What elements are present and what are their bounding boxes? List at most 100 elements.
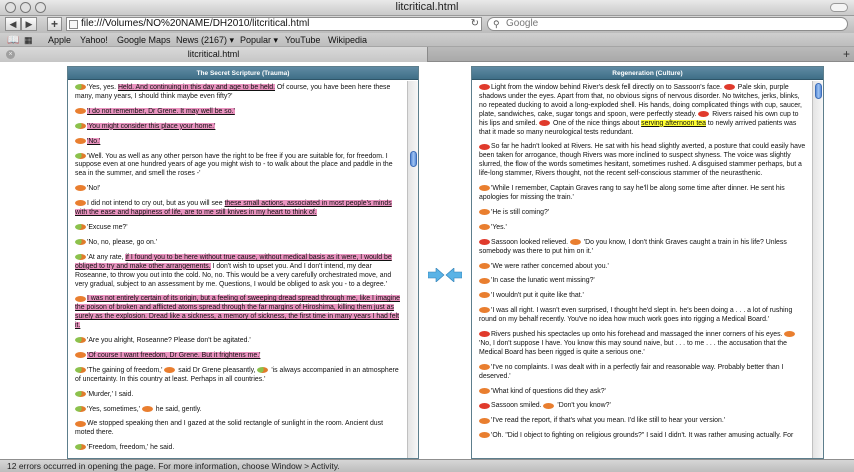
left-scroll-thumb[interactable] bbox=[410, 151, 417, 167]
text-paragraph: Rivers pushed his spectacles up onto his… bbox=[479, 331, 808, 358]
page-icon bbox=[69, 20, 78, 29]
book-icon[interactable]: 📖 bbox=[7, 35, 19, 46]
passage-text: One of the nice things about bbox=[551, 119, 642, 127]
text-paragraph: Sassoon smiled. 'Don't you know?' bbox=[479, 402, 808, 411]
speaker-icon-orange[interactable] bbox=[479, 417, 490, 424]
text-paragraph: I was not entirely certain of its origin… bbox=[75, 295, 403, 331]
toolbar-toggle-button[interactable] bbox=[830, 3, 848, 12]
bookmark-youtube[interactable]: YouTube bbox=[285, 35, 320, 45]
speaker-icon-orange[interactable] bbox=[479, 209, 490, 216]
speaker-icon-orange[interactable] bbox=[479, 185, 490, 192]
speaker-icon-green[interactable] bbox=[75, 253, 86, 260]
speaker-icon-orange[interactable] bbox=[75, 200, 86, 207]
speaker-icon-orange[interactable] bbox=[479, 277, 490, 284]
speaker-icon-orange[interactable] bbox=[479, 307, 490, 314]
speaker-icon-green[interactable] bbox=[257, 367, 269, 374]
sync-arrows-icon[interactable] bbox=[428, 268, 462, 282]
back-button[interactable]: ◀ bbox=[5, 17, 21, 31]
grid-icon[interactable]: ▦ bbox=[24, 35, 33, 46]
left-scrollbar[interactable] bbox=[407, 81, 418, 458]
speaker-icon-orange[interactable] bbox=[75, 352, 86, 359]
bookmark-news[interactable]: News (2167) ▾ bbox=[176, 35, 234, 46]
speaker-icon-orange[interactable] bbox=[75, 295, 86, 302]
bookmark-popular[interactable]: Popular ▾ bbox=[240, 35, 278, 46]
add-bookmark-button[interactable]: + bbox=[47, 17, 62, 31]
speaker-icon-orange[interactable] bbox=[164, 367, 176, 374]
forward-button[interactable]: ▶ bbox=[21, 17, 37, 31]
speaker-icon-red[interactable] bbox=[479, 84, 490, 91]
speaker-icon-green[interactable] bbox=[75, 152, 86, 159]
speaker-icon-orange[interactable] bbox=[543, 402, 555, 409]
speaker-icon-orange[interactable] bbox=[75, 420, 86, 427]
highlighted-passage[interactable]: 'No.' bbox=[87, 137, 101, 145]
speaker-icon-red[interactable] bbox=[479, 331, 490, 338]
speaker-icon-orange[interactable] bbox=[479, 223, 490, 230]
page-content: The Secret Scripture (Trauma) 'Yes, yes.… bbox=[0, 62, 854, 459]
passage-text: 'Yes, yes. bbox=[87, 84, 118, 91]
speaker-icon-orange[interactable] bbox=[479, 432, 490, 439]
bookmark-apple[interactable]: Apple bbox=[48, 35, 71, 45]
passage-text: 'Excuse me?' bbox=[87, 223, 128, 231]
speaker-icon-orange[interactable] bbox=[479, 292, 490, 299]
right-scroll-thumb[interactable] bbox=[815, 83, 822, 99]
speaker-icon-green[interactable] bbox=[75, 224, 86, 231]
speaker-icon-red[interactable] bbox=[479, 238, 490, 245]
passage-text: 'I've no complaints. I was dealt with in… bbox=[479, 363, 784, 380]
bookmark-yahoo[interactable]: Yahoo! bbox=[80, 35, 108, 45]
text-paragraph: We stopped speaking then and I gazed at … bbox=[75, 420, 403, 438]
highlighted-passage[interactable]: 'You might consider this place your home… bbox=[87, 122, 216, 130]
speaker-icon-green[interactable] bbox=[75, 239, 86, 246]
address-bar[interactable]: file:///Volumes/NO%20NAME/DH2010/litcrit… bbox=[66, 17, 482, 31]
reload-icon[interactable]: ↻ bbox=[471, 18, 479, 30]
speaker-icon-green[interactable] bbox=[75, 367, 86, 374]
bookmark-google-maps[interactable]: Google Maps bbox=[117, 35, 171, 45]
speaker-icon-orange[interactable] bbox=[75, 137, 86, 144]
passage-text: 'What kind of questions did they ask?' bbox=[491, 387, 606, 395]
text-paragraph: 'Excuse me?' bbox=[75, 224, 403, 233]
passage-text: 'We were rather concerned about you.' bbox=[491, 262, 609, 270]
speaker-icon-green[interactable] bbox=[75, 337, 86, 344]
speaker-icon-green[interactable] bbox=[75, 84, 86, 91]
speaker-icon-orange[interactable] bbox=[75, 185, 86, 192]
tab-bar: × litcritical.html + bbox=[0, 47, 854, 62]
speaker-icon-green[interactable] bbox=[75, 405, 86, 412]
passage-text: 'No, I don't suppose I have. You know th… bbox=[479, 339, 787, 356]
speaker-icon-green[interactable] bbox=[75, 444, 86, 451]
browser-window: litcritical.html ◀ ▶ + file:///Volumes/N… bbox=[0, 0, 854, 472]
speaker-icon-orange[interactable] bbox=[141, 405, 153, 412]
right-pane-text: Light from the window behind River's des… bbox=[472, 81, 812, 458]
speaker-icon-red[interactable] bbox=[479, 143, 490, 150]
new-tab-button[interactable]: + bbox=[843, 47, 850, 61]
highlighted-passage[interactable]: I was not entirely certain of its origin… bbox=[75, 295, 400, 330]
speaker-icon-orange[interactable] bbox=[479, 363, 490, 370]
speaker-icon-red[interactable] bbox=[723, 84, 735, 91]
speaker-icon-orange[interactable] bbox=[784, 331, 796, 338]
navigation-toolbar: ◀ ▶ + file:///Volumes/NO%20NAME/DH2010/l… bbox=[0, 16, 854, 33]
passage-text: Sassoon smiled. bbox=[491, 402, 544, 410]
speaker-icon-orange[interactable] bbox=[479, 387, 490, 394]
passage-text: 'No!' bbox=[87, 185, 101, 193]
speaker-icon-red[interactable] bbox=[539, 119, 551, 126]
right-pane-title: Regeneration (Culture) bbox=[472, 67, 823, 80]
highlighted-phrase[interactable]: serving afternoon tea bbox=[641, 119, 706, 127]
search-icon: ⚲ bbox=[493, 19, 500, 29]
close-tab-icon[interactable]: × bbox=[6, 50, 15, 59]
speaker-icon-red[interactable] bbox=[479, 402, 490, 409]
text-paragraph: 'Freedom, freedom,' he said. bbox=[75, 444, 403, 453]
tab-litcritical[interactable]: × litcritical.html bbox=[0, 47, 428, 62]
right-scrollbar[interactable] bbox=[812, 81, 823, 458]
text-paragraph: 'In case the lunatic went missing?' bbox=[479, 277, 808, 286]
speaker-icon-orange[interactable] bbox=[479, 262, 490, 269]
left-pane: The Secret Scripture (Trauma) 'Yes, yes.… bbox=[67, 66, 419, 459]
speaker-icon-green[interactable] bbox=[75, 390, 86, 397]
highlighted-passage[interactable]: Held. And continuing in this day and age… bbox=[117, 84, 276, 91]
speaker-icon-orange[interactable] bbox=[75, 107, 86, 114]
speaker-icon-red[interactable] bbox=[698, 110, 710, 117]
speaker-icon-green[interactable] bbox=[75, 122, 86, 129]
bookmark-wikipedia[interactable]: Wikipedia bbox=[328, 35, 367, 45]
speaker-icon-orange[interactable] bbox=[569, 238, 581, 245]
passage-text: Sassoon looked relieved. bbox=[491, 238, 570, 246]
highlighted-passage[interactable]: 'I do not remember, Dr Grene. It may wel… bbox=[87, 107, 235, 115]
search-input[interactable]: ⚲ Google bbox=[487, 17, 848, 31]
highlighted-passage[interactable]: 'Of course I want freedom, Dr Grene. But… bbox=[87, 351, 261, 359]
